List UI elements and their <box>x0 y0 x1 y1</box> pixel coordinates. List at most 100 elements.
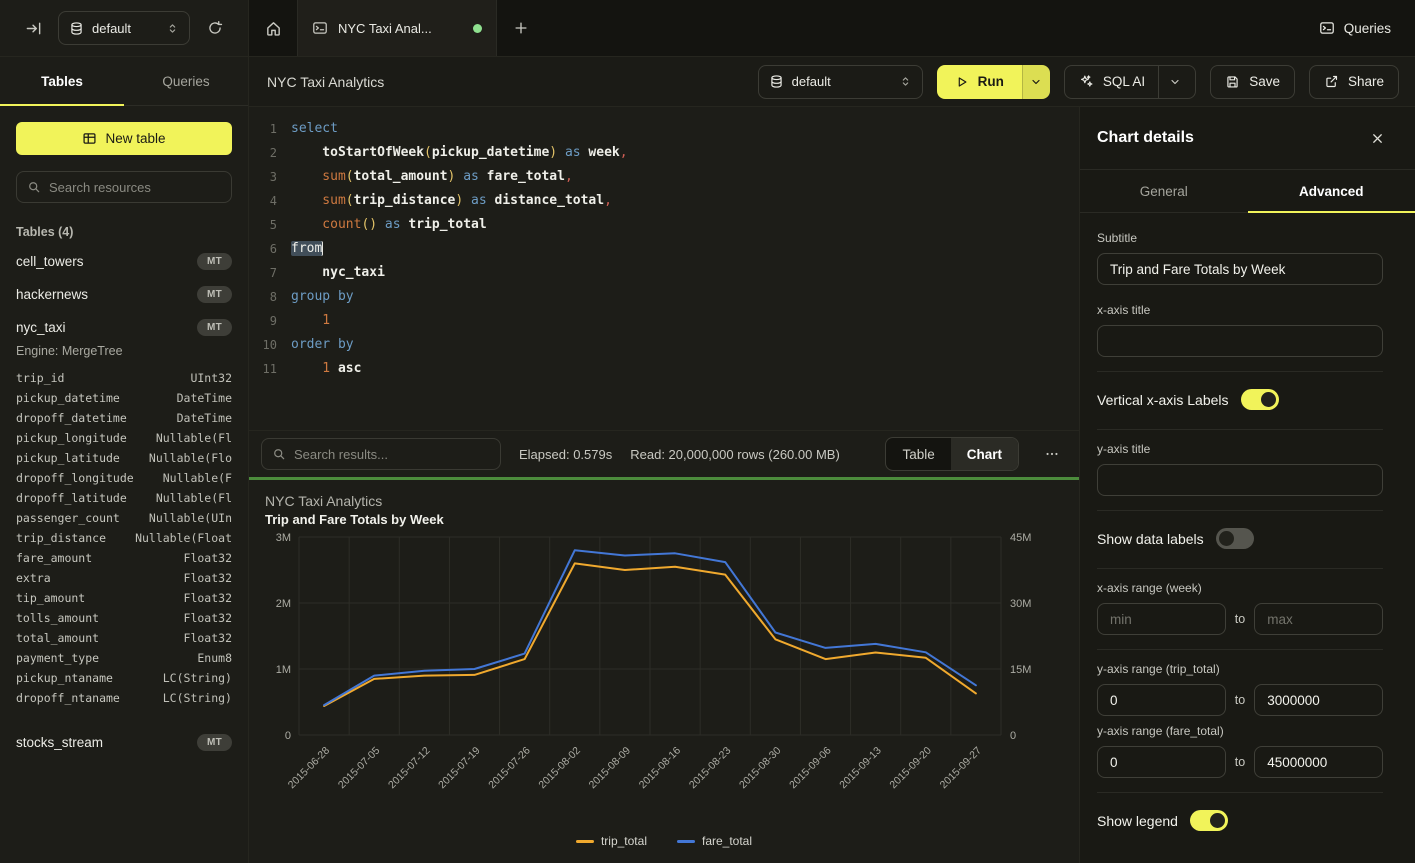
code-line[interactable]: 4sum(trip_distance) as distance_total, <box>249 189 1079 213</box>
column-row: pickup_longitudeNullable(Fl <box>0 428 248 448</box>
code-line[interactable]: 5count() as trip_total <box>249 213 1079 237</box>
arrow-bar-right-icon <box>25 20 42 37</box>
terminal-icon <box>1319 20 1335 36</box>
range-separator: to <box>1235 755 1245 769</box>
y-axis-title-input[interactable] <box>1097 464 1383 496</box>
column-row: total_amountFloat32 <box>0 628 248 648</box>
show-legend-toggle[interactable] <box>1190 810 1228 831</box>
results-more-button[interactable] <box>1037 439 1067 469</box>
column-type: Float32 <box>184 630 232 647</box>
share-button[interactable]: Share <box>1309 65 1399 99</box>
x-range-max-input[interactable] <box>1254 603 1383 635</box>
legend-item[interactable]: trip_total <box>576 834 647 848</box>
panel-tab-advanced[interactable]: Advanced <box>1248 170 1415 212</box>
x-range-field: x-axis range (week) to <box>1097 581 1383 635</box>
database-selector-value: default <box>92 21 158 36</box>
view-toggle-table[interactable]: Table <box>886 438 950 470</box>
new-tab-button[interactable] <box>497 0 545 56</box>
app-window: default NYC Taxi Anal... Queries <box>0 0 1415 863</box>
close-panel-button[interactable] <box>1370 131 1385 146</box>
line-number: 4 <box>249 189 291 213</box>
sidebar-tab-tables[interactable]: Tables <box>0 57 124 105</box>
y-axis-title-label: y-axis title <box>1097 442 1383 456</box>
line-number: 7 <box>249 261 291 285</box>
subtitle-input[interactable] <box>1097 253 1383 285</box>
svg-text:2015-09-27: 2015-09-27 <box>938 745 985 792</box>
column-name: tolls_amount <box>16 610 99 627</box>
code-line[interactable]: 7nyc_taxi <box>249 261 1079 285</box>
table-row[interactable]: hackernewsMT <box>0 278 248 311</box>
legend-item[interactable]: fare_total <box>677 834 752 848</box>
query-tab[interactable]: NYC Taxi Anal... <box>297 0 497 56</box>
svg-text:2015-08-30: 2015-08-30 <box>737 745 784 792</box>
sql-ai-options-button[interactable] <box>1158 66 1181 98</box>
line-number: 11 <box>249 357 291 381</box>
sql-editor[interactable]: 1select2toStartOfWeek(pickup_datetime) a… <box>249 107 1079 430</box>
results-search[interactable] <box>261 438 501 470</box>
svg-text:2015-07-19: 2015-07-19 <box>436 745 483 792</box>
code-line[interactable]: 91 <box>249 309 1079 333</box>
code-line[interactable]: 10order by <box>249 333 1079 357</box>
resource-search-input[interactable] <box>49 180 221 195</box>
table-row[interactable]: cell_towersMT <box>0 245 248 278</box>
column-type: Float32 <box>184 590 232 607</box>
code-text: sum(total_amount) as fare_total, <box>291 165 573 189</box>
column-name: dropoff_datetime <box>16 410 127 427</box>
y-range-trip-max-input[interactable] <box>1254 684 1383 716</box>
column-name: tip_amount <box>16 590 85 607</box>
top-bar-main: NYC Taxi Anal... Queries <box>249 0 1415 56</box>
panel-tab-general[interactable]: General <box>1080 170 1248 212</box>
search-icon <box>272 447 286 461</box>
table-row[interactable]: stocks_streamMT <box>0 726 248 759</box>
x-axis-title-input[interactable] <box>1097 325 1383 357</box>
sidebar-tab-queries[interactable]: Queries <box>124 57 248 105</box>
queries-button[interactable]: Queries <box>1307 0 1415 56</box>
x-range-label: x-axis range (week) <box>1097 581 1383 595</box>
refresh-button[interactable] <box>200 13 230 43</box>
chevrons-updown-icon <box>166 22 179 35</box>
code-line[interactable]: 3sum(total_amount) as fare_total, <box>249 165 1079 189</box>
column-row: passenger_countNullable(UIn <box>0 508 248 528</box>
code-line[interactable]: 111 asc <box>249 357 1079 381</box>
collapse-sidebar-button[interactable] <box>18 13 48 43</box>
code-line[interactable]: 8group by <box>249 285 1079 309</box>
column-name: trip_id <box>16 370 64 387</box>
y-range-fare-min-input[interactable] <box>1097 746 1226 778</box>
resource-search[interactable] <box>16 171 232 203</box>
run-options-button[interactable] <box>1022 65 1050 99</box>
table-name: hackernews <box>16 287 88 302</box>
svg-text:2015-07-12: 2015-07-12 <box>386 745 433 792</box>
table-name: nyc_taxi <box>16 320 66 335</box>
column-type: Nullable(Fl <box>156 430 232 447</box>
column-row: pickup_ntanameLC(String) <box>0 668 248 688</box>
y-range-fare-max-input[interactable] <box>1254 746 1383 778</box>
view-toggle-chart[interactable]: Chart <box>951 438 1018 470</box>
x-range-min-input[interactable] <box>1097 603 1226 635</box>
query-toolbar: NYC Taxi Analytics default Run <box>249 57 1415 107</box>
save-button[interactable]: Save <box>1210 65 1295 99</box>
code-line[interactable]: 2toStartOfWeek(pickup_datetime) as week, <box>249 141 1079 165</box>
database-selector[interactable]: default <box>58 11 190 45</box>
column-type: Enum8 <box>197 650 232 667</box>
chart-subtitle: Trip and Fare Totals by Week <box>265 511 1063 529</box>
run-button[interactable]: Run <box>937 65 1022 99</box>
show-data-labels-toggle[interactable] <box>1216 528 1254 549</box>
code-line[interactable]: 6from <box>249 237 1079 261</box>
results-search-input[interactable] <box>294 447 490 462</box>
y-range-trip-min-input[interactable] <box>1097 684 1226 716</box>
vertical-x-labels-toggle[interactable] <box>1241 389 1279 410</box>
line-number: 5 <box>249 213 291 237</box>
sql-ai-button[interactable]: SQL AI <box>1064 65 1196 99</box>
code-line[interactable]: 1select <box>249 117 1079 141</box>
svg-text:2015-08-23: 2015-08-23 <box>687 745 734 792</box>
unsaved-changes-dot <box>473 24 482 33</box>
toolbar-database-selector[interactable]: default <box>758 65 923 99</box>
line-number: 10 <box>249 333 291 357</box>
new-table-button[interactable]: New table <box>16 122 232 155</box>
column-name: dropoff_latitude <box>16 490 127 507</box>
line-number: 9 <box>249 309 291 333</box>
table-row[interactable]: nyc_taxiMT <box>0 311 248 344</box>
home-button[interactable] <box>249 0 297 56</box>
y-axis-title-field: y-axis title <box>1097 442 1383 496</box>
engine-badge: MT <box>197 734 232 751</box>
